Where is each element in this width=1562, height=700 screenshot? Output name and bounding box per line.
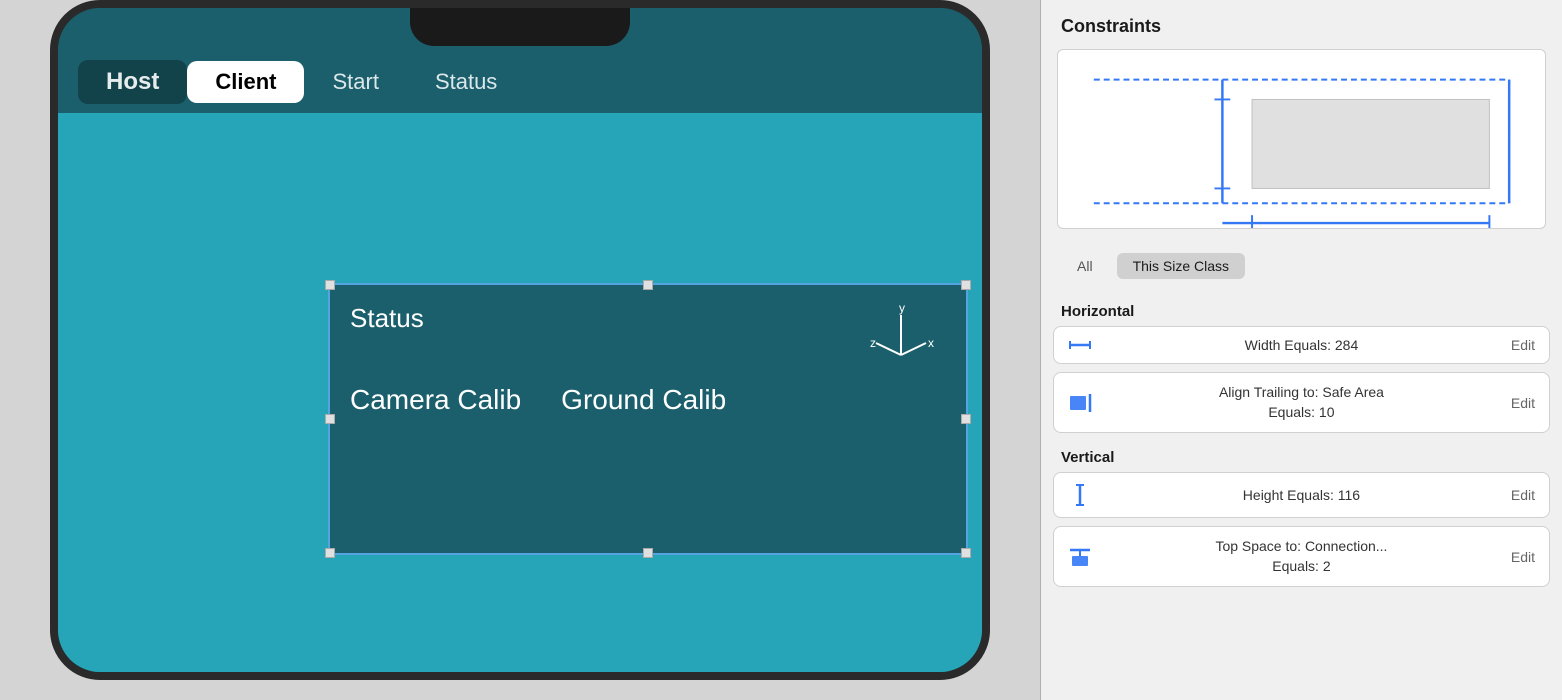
constraint-width-text: Width Equals: 284 [1104, 337, 1499, 353]
constraint-trailing-text: Align Trailing to: Safe Area Equals: 10 [1104, 383, 1499, 422]
axis-svg: y x z [866, 305, 936, 365]
handle-tc [643, 280, 653, 290]
phone-inner: Host Client Start Status [58, 8, 982, 672]
constraint-row-height: Height Equals: 116 Edit [1053, 472, 1550, 518]
constraint-height-edit[interactable]: Edit [1511, 487, 1535, 503]
size-class-this-btn[interactable]: This Size Class [1117, 253, 1245, 279]
constraint-row-width: Width Equals: 284 Edit [1053, 326, 1550, 364]
handle-bc [643, 548, 653, 558]
tab-start-label: Start [332, 69, 378, 94]
tab-bar: Host Client Start Status [58, 48, 982, 114]
constraint-width-edit[interactable]: Edit [1511, 337, 1535, 353]
handle-mr [961, 414, 971, 424]
phone-container: Host Client Start Status [50, 0, 990, 680]
tab-status[interactable]: Status [407, 61, 525, 103]
size-class-row: All This Size Class [1041, 245, 1562, 295]
constraint-diagram-svg [1058, 50, 1545, 228]
handle-ml [325, 414, 335, 424]
svg-text:x: x [928, 336, 934, 350]
constraint-topspace-edit[interactable]: Edit [1511, 549, 1535, 565]
tab-host-label: Host [106, 68, 159, 95]
handle-bl [325, 548, 335, 558]
phone-frame: Host Client Start Status [50, 0, 990, 680]
svg-text:z: z [870, 336, 876, 350]
handle-tr [961, 280, 971, 290]
tab-client[interactable]: Client [187, 61, 304, 103]
constraint-height-text: Height Equals: 116 [1104, 487, 1499, 503]
trailing-icon [1068, 392, 1092, 414]
height-icon [1068, 483, 1092, 507]
tab-host[interactable]: Host [78, 60, 187, 104]
constraint-topspace-text: Top Space to: Connection... Equals: 2 [1104, 537, 1499, 576]
phone-notch [410, 8, 630, 46]
constraints-panel: Constraints All This Size Class Horizont [1041, 0, 1562, 700]
handle-br [961, 548, 971, 558]
axis-icon: y x z [866, 305, 936, 368]
constraints-title: Constraints [1041, 0, 1562, 49]
constraint-diagram [1057, 49, 1546, 229]
tab-start[interactable]: Start [304, 61, 406, 103]
width-icon [1068, 337, 1092, 353]
topspace-icon [1068, 546, 1092, 568]
size-class-all-btn[interactable]: All [1061, 253, 1109, 279]
tab-client-label: Client [215, 69, 276, 94]
phone-content: Status y x z [58, 113, 982, 672]
camera-calib-btn[interactable]: Camera Calib [350, 384, 521, 416]
simulator-panel: Host Client Start Status [0, 0, 1040, 700]
constraint-row-trailing: Align Trailing to: Safe Area Equals: 10 … [1053, 372, 1550, 433]
vertical-section-header: Vertical [1041, 441, 1562, 472]
handle-tl [325, 280, 335, 290]
svg-text:y: y [899, 305, 905, 315]
constraint-trailing-edit[interactable]: Edit [1511, 395, 1535, 411]
constraint-row-topspace: Top Space to: Connection... Equals: 2 Ed… [1053, 526, 1550, 587]
selected-view[interactable]: Status y x z [328, 283, 968, 555]
ground-calib-btn[interactable]: Ground Calib [561, 384, 726, 416]
tab-status-label: Status [435, 69, 497, 94]
horizontal-section-header: Horizontal [1041, 295, 1562, 326]
